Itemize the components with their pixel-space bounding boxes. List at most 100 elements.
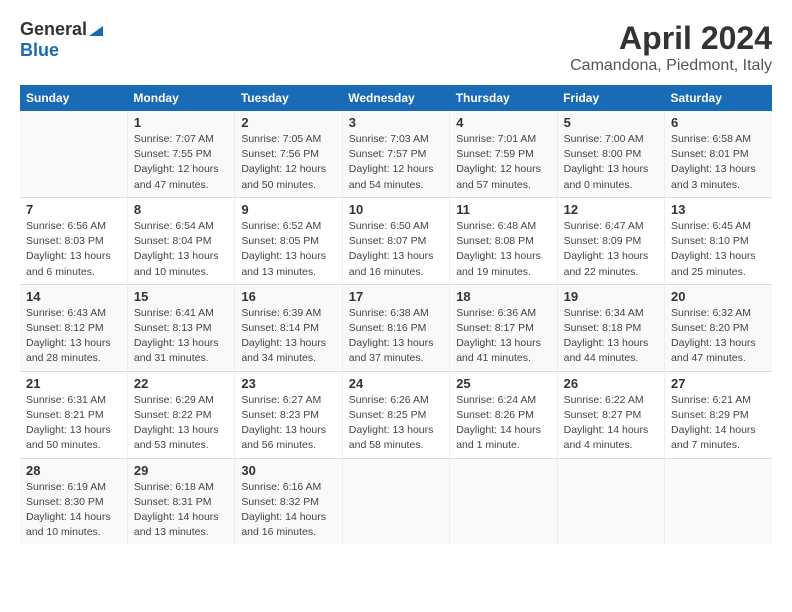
day-info: Sunrise: 6:21 AM Sunset: 8:29 PM Dayligh… (671, 393, 766, 454)
day-number: 8 (134, 202, 228, 217)
day-info: Sunrise: 6:18 AM Sunset: 8:31 PM Dayligh… (134, 480, 228, 541)
calendar-cell: 1Sunrise: 7:07 AM Sunset: 7:55 PM Daylig… (127, 111, 234, 197)
calendar-cell: 7 Sunrise: 6:56 AM Sunset: 8:03 PM Daylig… (20, 197, 127, 284)
calendar-cell: 20 Sunrise: 6:32 AM Sunset: 8:20 PM Dayli… (665, 284, 772, 371)
day-number: 10 (349, 202, 443, 217)
day-info: Sunrise: 6:16 AM Sunset: 8:32 PM Dayligh… (241, 480, 335, 541)
day-number: 6 (671, 115, 766, 130)
calendar-cell: 14 Sunrise: 6:43 AM Sunset: 8:12 PM Dayli… (20, 284, 127, 371)
day-number: 22 (134, 376, 228, 391)
calendar-cell: 21 Sunrise: 6:31 AM Sunset: 8:21 PM Dayli… (20, 371, 127, 458)
logo: General Blue (20, 20, 103, 61)
day-number: 13 (671, 202, 766, 217)
day-number: 3 (349, 115, 443, 130)
day-info: Sunrise: 6:43 AM Sunset: 8:12 PM Dayligh… (26, 306, 121, 367)
day-info: Sunrise: 6:24 AM Sunset: 8:26 PM Dayligh… (456, 393, 550, 454)
day-info: Sunrise: 6:54 AM Sunset: 8:04 PM Dayligh… (134, 219, 228, 280)
day-info: Sunrise: 6:45 AM Sunset: 8:10 PM Dayligh… (671, 219, 766, 280)
day-info: Sunrise: 6:26 AM Sunset: 8:25 PM Dayligh… (349, 393, 443, 454)
day-info: Sunrise: 7:03 AM Sunset: 7:57 PM Dayligh… (349, 132, 443, 193)
calendar-cell: 28 Sunrise: 6:19 AM Sunset: 8:30 PM Dayli… (20, 458, 127, 544)
logo-text-blue: Blue (20, 40, 59, 60)
column-header-tuesday: Tuesday (235, 85, 342, 111)
day-info: Sunrise: 6:48 AM Sunset: 8:08 PM Dayligh… (456, 219, 550, 280)
day-info: Sunrise: 6:50 AM Sunset: 8:07 PM Dayligh… (349, 219, 443, 280)
day-info: Sunrise: 6:31 AM Sunset: 8:21 PM Dayligh… (26, 393, 121, 454)
calendar-subtitle: Camandona, Piedmont, Italy (570, 57, 772, 75)
calendar-cell: 30Sunrise: 6:16 AM Sunset: 8:32 PM Dayli… (235, 458, 342, 544)
calendar-cell (557, 458, 664, 544)
column-header-friday: Friday (557, 85, 664, 111)
day-info: Sunrise: 6:58 AM Sunset: 8:01 PM Dayligh… (671, 132, 766, 193)
column-header-saturday: Saturday (665, 85, 772, 111)
day-number: 5 (564, 115, 658, 130)
day-info: Sunrise: 7:00 AM Sunset: 8:00 PM Dayligh… (564, 132, 658, 193)
calendar-cell: 10 Sunrise: 6:50 AM Sunset: 8:07 PM Dayli… (342, 197, 449, 284)
day-number: 28 (26, 463, 121, 478)
page-header: General Blue April 2024 Camandona, Piedm… (20, 20, 772, 75)
day-info: Sunrise: 6:36 AM Sunset: 8:17 PM Dayligh… (456, 306, 550, 367)
column-header-wednesday: Wednesday (342, 85, 449, 111)
day-info: Sunrise: 7:05 AM Sunset: 7:56 PM Dayligh… (241, 132, 335, 193)
calendar-header-row: SundayMondayTuesdayWednesdayThursdayFrid… (20, 85, 772, 111)
day-number: 20 (671, 289, 766, 304)
title-area: April 2024 Camandona, Piedmont, Italy (570, 20, 772, 75)
day-info: Sunrise: 6:22 AM Sunset: 8:27 PM Dayligh… (564, 393, 658, 454)
calendar-cell: 5 Sunrise: 7:00 AM Sunset: 8:00 PM Daylig… (557, 111, 664, 197)
calendar-cell: 23 Sunrise: 6:27 AM Sunset: 8:23 PM Dayli… (235, 371, 342, 458)
calendar-table: SundayMondayTuesdayWednesdayThursdayFrid… (20, 85, 772, 544)
calendar-cell: 22Sunrise: 6:29 AM Sunset: 8:22 PM Dayli… (127, 371, 234, 458)
day-number: 9 (241, 202, 335, 217)
day-info: Sunrise: 6:34 AM Sunset: 8:18 PM Dayligh… (564, 306, 658, 367)
calendar-week-row: 21 Sunrise: 6:31 AM Sunset: 8:21 PM Dayli… (20, 371, 772, 458)
calendar-cell: 3 Sunrise: 7:03 AM Sunset: 7:57 PM Daylig… (342, 111, 449, 197)
calendar-cell: 6 Sunrise: 6:58 AM Sunset: 8:01 PM Daylig… (665, 111, 772, 197)
day-number: 17 (349, 289, 443, 304)
day-info: Sunrise: 6:38 AM Sunset: 8:16 PM Dayligh… (349, 306, 443, 367)
day-info: Sunrise: 6:52 AM Sunset: 8:05 PM Dayligh… (241, 219, 335, 280)
day-info: Sunrise: 6:32 AM Sunset: 8:20 PM Dayligh… (671, 306, 766, 367)
day-number: 25 (456, 376, 550, 391)
calendar-cell: 25 Sunrise: 6:24 AM Sunset: 8:26 PM Dayli… (450, 371, 557, 458)
calendar-cell (20, 111, 127, 197)
day-number: 27 (671, 376, 766, 391)
day-number: 1 (134, 115, 228, 130)
day-number: 19 (564, 289, 658, 304)
day-number: 11 (456, 202, 550, 217)
day-number: 2 (241, 115, 335, 130)
day-number: 21 (26, 376, 121, 391)
calendar-week-row: 14 Sunrise: 6:43 AM Sunset: 8:12 PM Dayli… (20, 284, 772, 371)
calendar-cell: 4Sunrise: 7:01 AM Sunset: 7:59 PM Daylig… (450, 111, 557, 197)
day-number: 4 (456, 115, 550, 130)
day-info: Sunrise: 6:56 AM Sunset: 8:03 PM Dayligh… (26, 219, 121, 280)
calendar-title: April 2024 (570, 20, 772, 57)
calendar-cell: 27 Sunrise: 6:21 AM Sunset: 8:29 PM Dayli… (665, 371, 772, 458)
calendar-cell (665, 458, 772, 544)
day-number: 12 (564, 202, 658, 217)
day-number: 15 (134, 289, 228, 304)
calendar-cell: 11 Sunrise: 6:48 AM Sunset: 8:08 PM Dayli… (450, 197, 557, 284)
logo-swoosh (89, 20, 103, 41)
day-info: Sunrise: 6:19 AM Sunset: 8:30 PM Dayligh… (26, 480, 121, 541)
calendar-week-row: 7 Sunrise: 6:56 AM Sunset: 8:03 PM Daylig… (20, 197, 772, 284)
day-number: 26 (564, 376, 658, 391)
day-number: 7 (26, 202, 121, 217)
calendar-cell: 24Sunrise: 6:26 AM Sunset: 8:25 PM Dayli… (342, 371, 449, 458)
day-info: Sunrise: 6:39 AM Sunset: 8:14 PM Dayligh… (241, 306, 335, 367)
calendar-week-row: 28 Sunrise: 6:19 AM Sunset: 8:30 PM Dayli… (20, 458, 772, 544)
calendar-cell: 8 Sunrise: 6:54 AM Sunset: 8:04 PM Daylig… (127, 197, 234, 284)
calendar-cell: 9 Sunrise: 6:52 AM Sunset: 8:05 PM Daylig… (235, 197, 342, 284)
logo-text-general: General (20, 19, 87, 39)
day-number: 29 (134, 463, 228, 478)
day-info: Sunrise: 6:41 AM Sunset: 8:13 PM Dayligh… (134, 306, 228, 367)
column-header-thursday: Thursday (450, 85, 557, 111)
day-info: Sunrise: 6:27 AM Sunset: 8:23 PM Dayligh… (241, 393, 335, 454)
calendar-week-row: 1Sunrise: 7:07 AM Sunset: 7:55 PM Daylig… (20, 111, 772, 197)
day-number: 14 (26, 289, 121, 304)
calendar-cell (450, 458, 557, 544)
calendar-cell: 13 Sunrise: 6:45 AM Sunset: 8:10 PM Dayli… (665, 197, 772, 284)
day-number: 23 (241, 376, 335, 391)
calendar-cell: 12Sunrise: 6:47 AM Sunset: 8:09 PM Dayli… (557, 197, 664, 284)
calendar-cell: 19 Sunrise: 6:34 AM Sunset: 8:18 PM Dayli… (557, 284, 664, 371)
column-header-monday: Monday (127, 85, 234, 111)
